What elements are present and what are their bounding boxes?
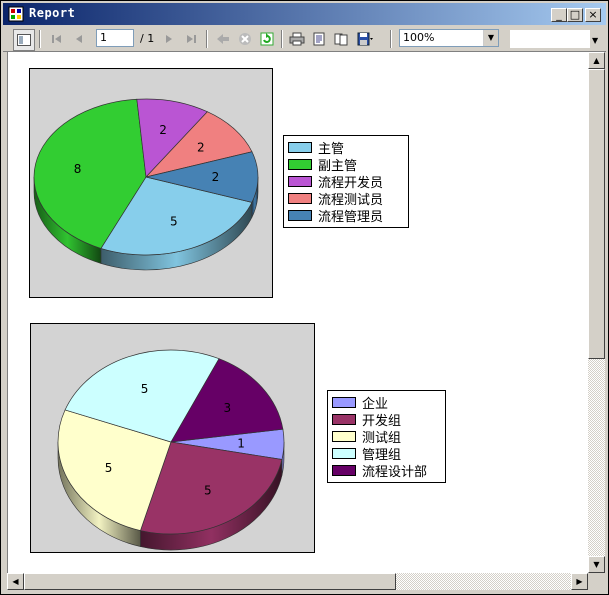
chart-area-2: 1 5 5 5 3 <box>30 323 315 553</box>
scroll-left-icon[interactable]: ◀ <box>7 573 24 590</box>
current-page-input[interactable]: 1 <box>96 29 134 47</box>
legend-label: 流程管理员 <box>318 210 384 225</box>
back-icon[interactable] <box>213 29 233 49</box>
legend-swatch <box>332 448 356 459</box>
legend-swatch <box>332 465 356 476</box>
chevron-down-icon[interactable]: ▼ <box>483 30 498 46</box>
print-layout-icon[interactable] <box>309 29 329 49</box>
toolbar-separator <box>206 30 208 48</box>
vertical-scrollbar[interactable]: ▲ ▼ <box>588 52 605 573</box>
legend-item: 管理组 <box>332 445 441 463</box>
pie-data-label: 5 <box>105 461 113 475</box>
first-page-icon[interactable] <box>47 29 67 49</box>
legend-swatch <box>288 193 312 204</box>
toolbar: 1 / 1 100% ▼ ▼ <box>3 26 606 52</box>
next-page-icon[interactable] <box>159 29 179 49</box>
legend-swatch <box>288 176 312 187</box>
export-save-icon[interactable] <box>355 29 375 49</box>
legend-item: 副主管 <box>288 156 404 174</box>
toolbar-separator <box>39 30 41 48</box>
legend-item: 流程管理员 <box>288 207 404 225</box>
chart-legend-1: 主管 副主管 流程开发员 流程测试员 流程管理员 <box>283 135 409 228</box>
horizontal-scrollbar[interactable]: ◀ ▶ <box>7 573 588 590</box>
scroll-up-icon[interactable]: ▲ <box>588 52 605 69</box>
legend-item: 企业 <box>332 394 441 412</box>
report-app-icon <box>8 6 24 22</box>
toggle-tree-icon[interactable] <box>13 29 35 51</box>
legend-swatch <box>332 431 356 442</box>
find-text-box[interactable] <box>509 29 591 49</box>
window-title: Report <box>29 6 76 20</box>
legend-label: 流程设计部 <box>362 465 428 480</box>
print-icon[interactable] <box>287 29 307 49</box>
legend-item: 流程测试员 <box>288 190 404 208</box>
pie-data-label: 2 <box>212 170 220 184</box>
scroll-right-icon[interactable]: ▶ <box>571 573 588 590</box>
previous-page-icon[interactable] <box>69 29 89 49</box>
pie-data-label: 3 <box>224 401 232 415</box>
legend-swatch <box>332 397 356 408</box>
pie-data-label: 8 <box>74 162 82 176</box>
pie-data-label: 2 <box>159 123 167 137</box>
chart-legend-2: 企业 开发组 测试组 管理组 流程设计部 <box>327 390 446 483</box>
toolbar-separator <box>390 30 392 48</box>
resize-grip[interactable] <box>588 573 605 590</box>
pie-data-label: 5 <box>204 484 212 498</box>
legend-swatch <box>288 159 312 170</box>
stop-icon[interactable] <box>235 29 255 49</box>
maximize-button[interactable]: □ <box>567 8 583 22</box>
pie-data-label: 1 <box>237 436 245 450</box>
legend-swatch <box>332 414 356 425</box>
legend-item: 流程设计部 <box>332 462 441 480</box>
legend-item: 流程开发员 <box>288 173 404 191</box>
zoom-select[interactable]: 100% ▼ <box>399 29 499 47</box>
close-button[interactable]: × <box>585 8 601 22</box>
pie-chart-2: 1 5 5 5 3 <box>57 349 285 551</box>
legend-item: 主管 <box>288 139 404 157</box>
pie-chart-1: 5 8 2 2 2 <box>33 98 259 271</box>
chart-area-1: 5 8 2 2 2 <box>29 68 273 298</box>
vertical-scroll-thumb[interactable] <box>588 69 605 359</box>
zoom-value: 100% <box>403 31 435 44</box>
toolbar-separator <box>281 30 283 48</box>
legend-item: 开发组 <box>332 411 441 429</box>
title-bar[interactable]: Report _ □ × <box>3 3 606 25</box>
legend-swatch <box>288 210 312 221</box>
refresh-icon[interactable] <box>257 29 277 49</box>
last-page-icon[interactable] <box>181 29 201 49</box>
legend-item: 测试组 <box>332 428 441 446</box>
pie-data-label: 2 <box>197 140 205 154</box>
page-setup-icon[interactable] <box>331 29 351 49</box>
pie-data-label: 5 <box>170 214 178 228</box>
pie-data-label: 5 <box>141 382 149 396</box>
report-canvas: 5 8 2 2 2 主管 副主管 流程开发员 流程测试员 流程管理员 1 5 5 5 3 企业 … <box>7 51 588 573</box>
minimize-button[interactable]: _ <box>551 8 567 22</box>
toolbar-overflow-icon[interactable]: ▼ <box>592 36 598 45</box>
page-count-label: / 1 <box>140 32 155 45</box>
horizontal-scroll-thumb[interactable] <box>24 573 396 590</box>
legend-swatch <box>288 142 312 153</box>
scroll-down-icon[interactable]: ▼ <box>588 556 605 573</box>
report-window: Report _ □ × 1 / 1 100% ▼ ▼ 5 8 2 2 2 主管… <box>0 0 609 595</box>
